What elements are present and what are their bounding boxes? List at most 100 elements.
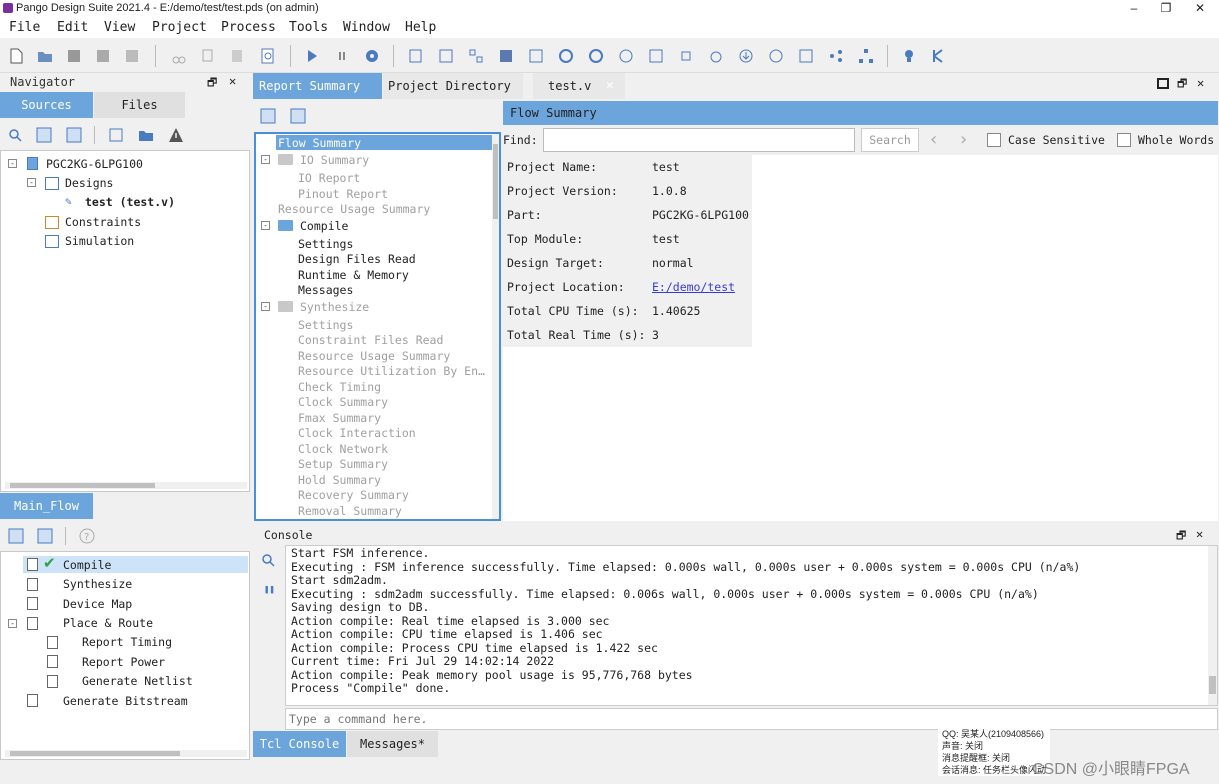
report-io-summary[interactable]: IO Summary [300,153,369,167]
float-panel-icon[interactable]: 🗗 [207,74,217,93]
settings-gear-icon[interactable] [363,47,381,65]
report-compile-settings[interactable]: Settings [298,237,353,251]
warning-icon[interactable] [168,127,184,143]
close-panel-icon[interactable]: ✕ [229,74,236,88]
report-clock-summary[interactable]: Clock Summary [298,395,388,409]
flow-item-place-route[interactable]: Place & Route [63,616,153,630]
minimize-button[interactable]: – [1119,0,1149,17]
flow-item-report-power[interactable]: Report Power [82,655,165,669]
save-all-icon[interactable] [123,47,141,65]
tab-messages[interactable]: Messages* [347,731,438,757]
report-fmax-summary[interactable]: Fmax Summary [298,411,381,425]
report-hold-summary[interactable]: Hold Summary [298,473,381,487]
collapse-toggle[interactable]: - [261,221,270,230]
report-synth-resource-usage[interactable]: Resource Usage Summary [298,349,450,363]
grid-icon[interactable] [467,47,485,65]
add-source-icon[interactable] [138,127,154,143]
help-icon[interactable]: ? [79,528,95,544]
tree-top-module[interactable]: test (test.v) [85,195,175,209]
whole-words-checkbox[interactable] [1117,133,1131,147]
save-icon[interactable] [65,47,83,65]
h-scrollbar[interactable] [5,482,247,489]
add-ip-icon[interactable] [108,127,124,143]
collapse-toggle[interactable]: - [8,619,17,628]
collapse-all-icon[interactable] [66,127,82,143]
download-icon[interactable] [737,47,755,65]
collapse-toggle[interactable]: - [27,178,36,187]
new-file-icon[interactable] [7,47,25,65]
case-sensitive-checkbox[interactable] [987,133,1001,147]
menu-view[interactable]: View [104,20,135,35]
floorplan-icon[interactable] [647,47,665,65]
menu-project[interactable]: Project [152,20,207,35]
table-icon[interactable] [527,47,545,65]
float-panel-icon[interactable]: 🗗 [1177,75,1187,94]
flow-item-generate-bitstream[interactable]: Generate Bitstream [63,694,188,708]
menu-help[interactable]: Help [405,20,436,35]
kit-icon[interactable] [930,47,948,65]
tab-test-v[interactable]: test.v ✕ [533,73,625,99]
tree-constraints[interactable]: Constraints [65,215,141,229]
report-icon[interactable] [437,47,455,65]
menu-process[interactable]: Process [221,20,276,35]
scrollbar-thumb[interactable] [10,751,180,756]
collapse-all-icon[interactable] [37,528,53,544]
v-scrollbar[interactable] [492,134,499,519]
report-clock-network[interactable]: Clock Network [298,442,388,456]
report-io-report[interactable]: IO Report [298,171,360,185]
save-as-icon[interactable] [94,47,112,65]
flow-item-report-timing[interactable]: Report Timing [82,635,172,649]
report-runtime-memory[interactable]: Runtime & Memory [298,268,409,282]
report-synthesize[interactable]: Synthesize [300,300,369,314]
tree-device[interactable]: PGC2KG-6LPG100 [46,157,143,171]
collapse-all-icon[interactable] [290,108,306,124]
menu-file[interactable]: File [9,20,40,35]
report-pinout-report[interactable]: Pinout Report [298,187,388,201]
report-design-files-read[interactable]: Design Files Read [298,252,416,266]
flow-item-generate-netlist[interactable]: Generate Netlist [82,674,193,688]
menu-tools[interactable]: Tools [289,20,328,35]
schematic-icon[interactable] [497,47,515,65]
maximize-panel-icon[interactable] [1157,78,1169,89]
prev-arrow-icon[interactable]: ‹ [930,129,937,150]
report-compile[interactable]: Compile [300,219,348,233]
search-icon[interactable] [8,128,22,142]
timing-icon[interactable] [587,47,605,65]
project-location-link[interactable]: E:/demo/test [652,280,735,294]
flow-item-device-map[interactable]: Device Map [63,597,132,611]
tab-main-flow[interactable]: Main_Flow [0,493,93,519]
console-pause-icon[interactable]: ❚❚ [264,585,275,595]
expand-all-icon[interactable] [36,127,52,143]
open-folder-icon[interactable] [36,47,54,65]
cut-icon[interactable] [170,47,188,65]
report-setup-summary[interactable]: Setup Summary [298,457,388,471]
waveform-icon[interactable] [797,47,815,65]
report-recovery-summary[interactable]: Recovery Summary [298,488,409,502]
edit-constraints-icon[interactable] [407,47,425,65]
report-check-timing[interactable]: Check Timing [298,380,381,394]
tree-designs[interactable]: Designs [65,176,113,190]
tab-sources[interactable]: Sources [0,92,93,118]
collapse-toggle[interactable]: - [261,155,270,164]
pause-icon[interactable] [333,47,351,65]
report-constraint-files-read[interactable]: Constraint Files Read [298,333,443,347]
close-window-button[interactable]: ✕ [1185,0,1215,17]
debug-icon[interactable] [707,47,725,65]
hierarchy-icon[interactable] [857,47,875,65]
scrollbar-thumb[interactable] [1209,676,1216,694]
collapse-toggle[interactable]: - [8,159,17,168]
scrollbar-thumb[interactable] [493,144,498,219]
menu-window[interactable]: Window [343,20,390,35]
expand-all-icon[interactable] [260,108,276,124]
paste-icon[interactable] [228,47,246,65]
close-panel-icon[interactable]: ✕ [1196,527,1203,541]
console-search-icon[interactable] [261,553,275,567]
tab-tcl-console[interactable]: Tcl Console [253,731,346,757]
search-button[interactable]: Search [861,128,919,152]
report-clock-interaction[interactable]: Clock Interaction [298,426,416,440]
copy-icon[interactable] [199,47,217,65]
tcl-command-input[interactable] [285,708,1218,730]
report-flow-summary[interactable]: Flow Summary [278,136,361,150]
scrollbar-thumb[interactable] [10,483,155,488]
menu-edit[interactable]: Edit [57,20,88,35]
